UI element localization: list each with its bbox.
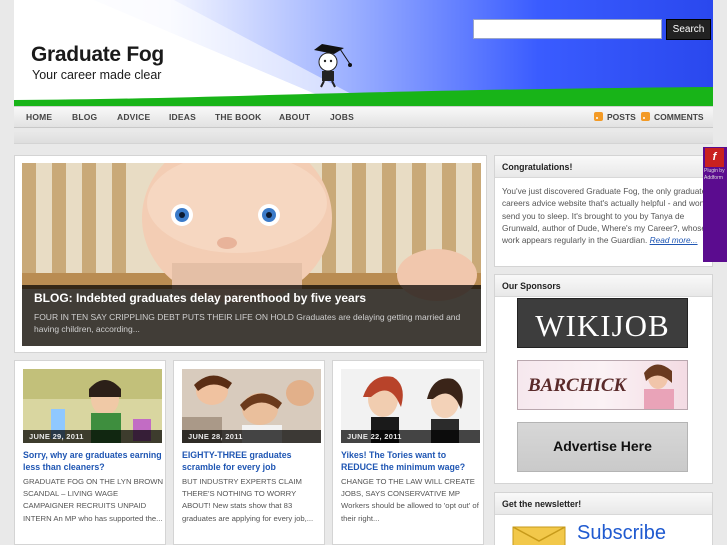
post-date: JUNE 28, 2011 — [188, 432, 243, 441]
featured-title[interactable]: BLOG: Indebted graduates delay parenthoo… — [34, 291, 366, 305]
wikijob-logo: WIKIJOB — [535, 308, 670, 343]
congratulations-text: You've just discovered Graduate Fog, the… — [502, 185, 710, 246]
post-excerpt: CHANGE TO THE LAW WILL CREATE JOBS, SAYS… — [341, 477, 479, 523]
post-title[interactable]: Yikes! The Tories want to REDUCE the min… — [341, 450, 483, 473]
widget-title: Congratulations! — [495, 156, 712, 178]
barchick-banner[interactable]: BARCHICK — [517, 360, 688, 410]
envelope-icon — [512, 526, 566, 545]
site-title[interactable]: Graduate Fog — [31, 43, 164, 67]
site-tagline: Your career made clear — [32, 68, 162, 82]
newsletter-widget: Get the newsletter! Subscribe — [494, 492, 713, 545]
post-date: JUNE 22, 2011 — [347, 432, 402, 441]
advertise-label: Advertise Here — [553, 438, 652, 454]
date-bar: JUNE 29, 2011 — [23, 430, 162, 443]
nav-item-advice[interactable]: ADVICE — [117, 112, 150, 122]
post-card: JUNE 22, 2011 Yikes! The Tories want to … — [332, 360, 484, 545]
nav-item-about[interactable]: ABOUT — [279, 112, 310, 122]
flash-plugin-text: Plugin by Addform — [704, 168, 725, 181]
rss-icon — [594, 112, 603, 121]
main-navigation: HOME BLOG ADVICE IDEAS THE BOOK ABOUT JO… — [14, 106, 713, 128]
read-more-link[interactable]: Read more... — [650, 235, 698, 245]
barchick-model-image — [644, 364, 674, 409]
posts-feed-link[interactable]: POSTS — [594, 112, 636, 122]
posts-feed-label: POSTS — [607, 112, 636, 122]
post-excerpt: GRADUATE FOG ON THE LYN BROWN SCANDAL – … — [23, 477, 164, 523]
post-title[interactable]: Sorry, why are graduates earning less th… — [23, 450, 165, 473]
congratulations-widget: Congratulations! You've just discovered … — [494, 155, 713, 267]
nav-item-home[interactable]: HOME — [26, 112, 52, 122]
nav-item-the-book[interactable]: THE BOOK — [215, 112, 261, 122]
nav-item-blog[interactable]: BLOG — [72, 112, 97, 122]
search-input[interactable] — [473, 19, 662, 39]
date-bar: JUNE 28, 2011 — [182, 430, 321, 443]
post-thumbnail[interactable]: JUNE 29, 2011 — [23, 369, 162, 443]
search-button[interactable]: Search — [666, 19, 711, 40]
comments-feed-label: COMMENTS — [654, 112, 704, 122]
featured-excerpt: FOUR IN TEN SAY CRIPPLING DEBT PUTS THEI… — [34, 312, 461, 334]
post-date: JUNE 29, 2011 — [29, 432, 84, 441]
widget-title: Get the newsletter! — [495, 493, 712, 515]
site-header: Graduate Fog Your career made clear — [14, 0, 713, 106]
date-bar: JUNE 22, 2011 — [341, 430, 480, 443]
flash-icon: f — [705, 148, 724, 167]
grass-strip — [14, 87, 713, 106]
subscribe-link[interactable]: Subscribe — [577, 522, 666, 545]
post-card: JUNE 29, 2011 Sorry, why are graduates e… — [14, 360, 166, 545]
widget-title: Our Sponsors — [495, 275, 712, 297]
nav-item-jobs[interactable]: JOBS — [330, 112, 354, 122]
post-thumbnail[interactable]: JUNE 22, 2011 — [341, 369, 480, 443]
graduate-mascot-icon — [314, 44, 352, 88]
advertise-here-banner[interactable]: Advertise Here — [517, 422, 688, 472]
post-thumbnail[interactable]: JUNE 28, 2011 — [182, 369, 321, 443]
post-title[interactable]: EIGHTY-THREE graduates scramble for ever… — [182, 450, 324, 473]
nav-item-ideas[interactable]: IDEAS — [169, 112, 196, 122]
sub-navigation-bar — [14, 132, 713, 144]
post-card: JUNE 28, 2011 EIGHTY-THREE graduates scr… — [173, 360, 325, 545]
barchick-logo: BARCHICK — [528, 375, 627, 396]
post-excerpt: BUT INDUSTRY EXPERTS CLAIM THERE'S NOTHI… — [182, 477, 314, 523]
wikijob-banner[interactable]: WIKIJOB — [517, 298, 688, 348]
rss-icon — [641, 112, 650, 121]
comments-feed-link[interactable]: COMMENTS — [641, 112, 704, 122]
